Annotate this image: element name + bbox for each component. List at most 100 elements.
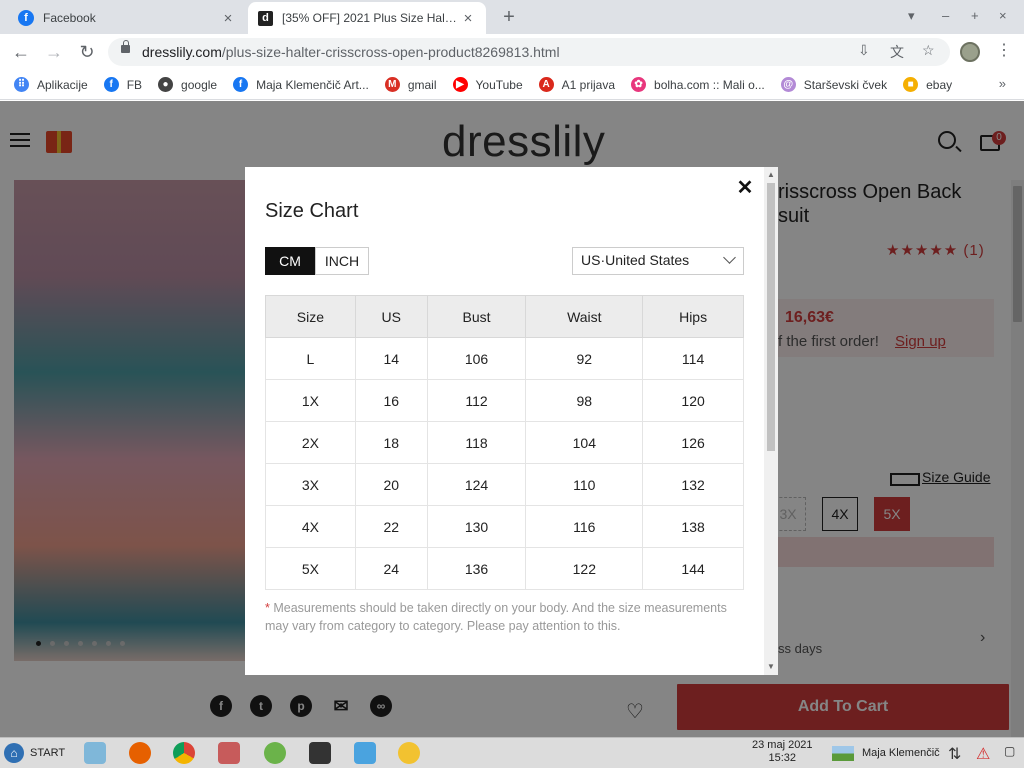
table-cell: L	[265, 337, 356, 380]
region-value: US·United States	[581, 252, 690, 268]
table-row: 2X 18 118 104 126	[265, 421, 744, 464]
file-manager-icon[interactable]	[84, 742, 106, 764]
table-cell: 136	[426, 547, 527, 590]
user-name[interactable]: Maja Klemenčič	[862, 747, 940, 759]
forward-arrow-icon[interactable]: →	[42, 40, 66, 64]
table-cell: 110	[525, 463, 644, 506]
bookmark-label: Aplikacije	[37, 77, 88, 92]
bolha-icon: ✿	[631, 77, 647, 92]
kebab-menu-icon[interactable]: ⋮	[996, 40, 1012, 60]
table-cell: 20	[354, 463, 428, 506]
note-text: Measurements should be taken directly on…	[265, 601, 727, 633]
bookmark-item[interactable]: ■ ebay	[903, 77, 952, 92]
bookmark-label: bolha.com :: Mali o...	[654, 77, 765, 92]
close-icon[interactable]: ×	[460, 10, 476, 27]
chevron-down-icon	[723, 251, 736, 264]
app-icon[interactable]	[218, 742, 240, 764]
bookmark-label: Starševski čvek	[803, 77, 888, 92]
address-bar[interactable]: dresslily.com/plus-size-halter-crisscros…	[108, 38, 950, 66]
tab-dresslily[interactable]: d [35% OFF] 2021 Plus Size Halter Crissc…	[248, 2, 486, 34]
table-cell: 106	[426, 337, 527, 380]
bookmark-item[interactable]: @ Starševski čvek	[780, 77, 888, 92]
facebook-icon: f	[18, 10, 34, 26]
unit-tab-inch[interactable]: INCH	[315, 247, 369, 275]
chevron-double-right-icon[interactable]: »	[999, 76, 1006, 91]
facebook-icon: f	[233, 77, 249, 92]
chrome-icon[interactable]	[173, 742, 195, 764]
music-icon[interactable]	[354, 742, 376, 764]
region-select[interactable]: US·United States	[572, 247, 744, 275]
bookmark-item[interactable]: A A1 prijava	[538, 77, 615, 92]
table-cell: 18	[354, 421, 428, 464]
bookmark-item[interactable]: ▶ YouTube	[452, 77, 523, 92]
bookmark-item[interactable]: ● google	[158, 77, 217, 92]
install-icon[interactable]: ⇩	[858, 42, 870, 59]
tab-title: [35% OFF] 2021 Plus Size Halter Crisscro…	[282, 11, 460, 25]
column-header: US	[354, 295, 428, 338]
minimize-icon[interactable]: –	[942, 8, 949, 23]
start-label: START	[30, 747, 66, 759]
os-taskbar: ⌂ START 23 maj 2021 15:32 Maja Klemenčič…	[0, 737, 1024, 768]
bookmark-item[interactable]: ⠿ Aplikacije	[14, 77, 88, 92]
url-path: /plus-size-halter-crisscross-open-produc…	[221, 44, 560, 60]
table-cell: 104	[525, 421, 644, 464]
measurement-note: * Measurements should be taken directly …	[265, 599, 735, 635]
star-icon[interactable]: ☆	[922, 42, 935, 59]
bookmark-label: YouTube	[475, 77, 523, 92]
scrollbar-thumb[interactable]	[767, 183, 775, 451]
column-header: Size	[265, 295, 356, 338]
start-button[interactable]: ⌂ START	[4, 743, 65, 763]
close-icon[interactable]: ✕	[735, 175, 755, 200]
column-header: Waist	[525, 295, 644, 338]
tab-strip: f Facebook × d [35% OFF] 2021 Plus Size …	[0, 0, 1024, 34]
bookmark-item[interactable]: f FB	[103, 77, 142, 92]
table-cell: 112	[426, 379, 527, 422]
table-cell: 5X	[265, 547, 356, 590]
media-player-icon[interactable]	[309, 742, 331, 764]
column-header: Hips	[642, 295, 744, 338]
table-cell: 92	[525, 337, 644, 380]
bookmark-item[interactable]: f Maja Klemenčič Art...	[233, 77, 369, 92]
power-icon[interactable]: ▢	[1004, 744, 1015, 758]
dresslily-icon: d	[258, 10, 273, 26]
url-host: dresslily.com	[142, 44, 222, 60]
table-cell: 14	[354, 337, 428, 380]
update-icon[interactable]	[264, 742, 286, 764]
clock[interactable]: 23 maj 2021 15:32	[752, 739, 813, 765]
table-cell: 144	[642, 547, 744, 590]
close-icon[interactable]: ×	[220, 10, 236, 27]
table-header-row: Size US Bust Waist Hips	[265, 295, 744, 338]
bookmark-item[interactable]: ✿ bolha.com :: Mali o...	[631, 77, 765, 92]
firefox-icon[interactable]	[129, 742, 151, 764]
window-close-icon[interactable]: ×	[999, 8, 1007, 23]
extension-icon[interactable]	[960, 42, 980, 62]
warning-icon[interactable]: ⚠	[976, 744, 990, 764]
new-tab-button[interactable]: +	[498, 6, 520, 29]
table-cell: 98	[525, 379, 644, 422]
reload-icon[interactable]: ↻	[75, 40, 99, 64]
asterisk-icon: *	[265, 601, 270, 615]
maximize-icon[interactable]: +	[971, 8, 979, 23]
table-cell: 138	[642, 505, 744, 548]
size-table: Size US Bust Waist Hips L 14 106 92 114 1X 16…	[265, 295, 744, 590]
home-icon: ⌂	[4, 743, 24, 763]
scroll-down-icon[interactable]: ▼	[767, 662, 775, 671]
tab-search-icon[interactable]: ▾	[908, 8, 915, 24]
scroll-up-icon[interactable]: ▲	[767, 170, 775, 179]
tab-facebook[interactable]: f Facebook ×	[8, 2, 246, 34]
apps-grid-icon: ⠿	[14, 77, 29, 92]
back-arrow-icon[interactable]: ←	[9, 40, 33, 64]
bookmark-item[interactable]: Mgmail	[384, 77, 437, 92]
bookmark-label: gmail	[407, 77, 437, 92]
unit-tab-cm[interactable]: CM	[265, 247, 315, 275]
app-icon[interactable]	[398, 742, 420, 764]
table-cell: 116	[525, 505, 644, 548]
translate-icon[interactable]: 文	[890, 42, 904, 62]
globe-icon: ●	[158, 77, 174, 92]
network-icon[interactable]: ⇅	[948, 744, 961, 764]
table-cell: 132	[642, 463, 744, 506]
clock-time: 15:32	[768, 752, 797, 764]
modal-scrollbar[interactable]: ▲ ▼	[764, 167, 778, 675]
browser-toolbar: ← → ↻ dresslily.com/plus-size-halter-cri…	[0, 34, 1024, 70]
user-avatar	[832, 746, 854, 761]
